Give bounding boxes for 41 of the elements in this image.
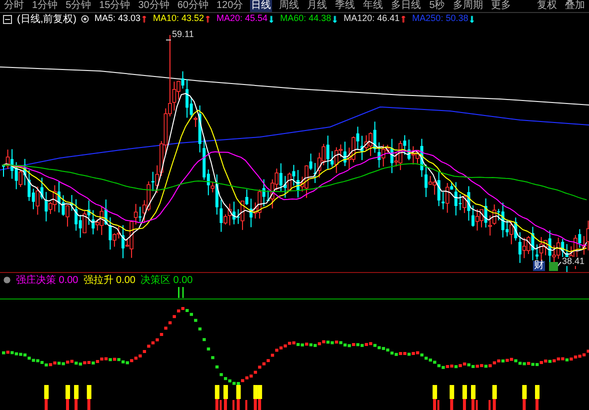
period-tab[interactable]: 120分 [216,0,244,12]
period-tab[interactable]: 多周期 [452,0,484,12]
period-tab[interactable]: 分时 [3,0,25,12]
price-label: 59.11 [172,30,194,39]
trend-arrow: ↑ [400,13,406,25]
indicator-value: 强庄决策 0.00 [16,274,78,287]
period-tab[interactable]: 更多 [490,0,512,12]
settings-icon[interactable] [3,276,11,284]
trend-arrow: ↓ [268,13,274,25]
moving-average-value: MA250: 50.38 [412,13,468,25]
period-tab[interactable]: 月线 [306,0,328,12]
period-tab[interactable]: 日线 [250,0,272,12]
marker-icon [549,262,558,271]
period-tab[interactable]: 多日线 [390,0,422,12]
period-tab[interactable]: 周线 [278,0,300,12]
window-icon[interactable] [3,14,12,24]
price-label: 38.41 [562,257,585,266]
moving-average-value: MA20: 45.54 [216,13,268,25]
indicator-value: 强拉升 0.00 [83,274,136,287]
period-tab[interactable]: 1分钟 [31,0,59,12]
period-tab[interactable]: 30分钟 [137,0,170,12]
period-tab[interactable]: 季线 [334,0,356,12]
period-tab[interactable]: 5秒 [428,0,446,12]
toolbar-button[interactable]: 复权 [533,0,561,12]
toolbar-button[interactable]: 叠加 [561,0,589,12]
news-badge[interactable]: 财 [533,261,545,271]
moving-average-value: MA10: 43.52 [152,13,204,25]
period-tab[interactable]: 15分钟 [98,0,132,12]
trend-arrow: ↓ [469,13,475,25]
period-tab[interactable]: 5分钟 [64,0,92,12]
chart-title: (日线,前复权) [17,12,76,26]
moving-average-value: MA60: 44.38 [280,13,332,25]
trend-arrow: ↓ [332,13,338,25]
moving-average-value: MA5: 43.03 [94,13,140,25]
moving-average-value: MA120: 46.41 [344,13,400,25]
indicator-value: 决策区 0.00 [140,274,193,287]
trend-arrow: ↑ [141,13,147,25]
settings-icon[interactable] [81,15,90,23]
period-tab[interactable]: 年线 [362,0,384,12]
trend-arrow: ↑ [205,13,211,25]
period-tab[interactable]: 60分钟 [176,0,210,12]
